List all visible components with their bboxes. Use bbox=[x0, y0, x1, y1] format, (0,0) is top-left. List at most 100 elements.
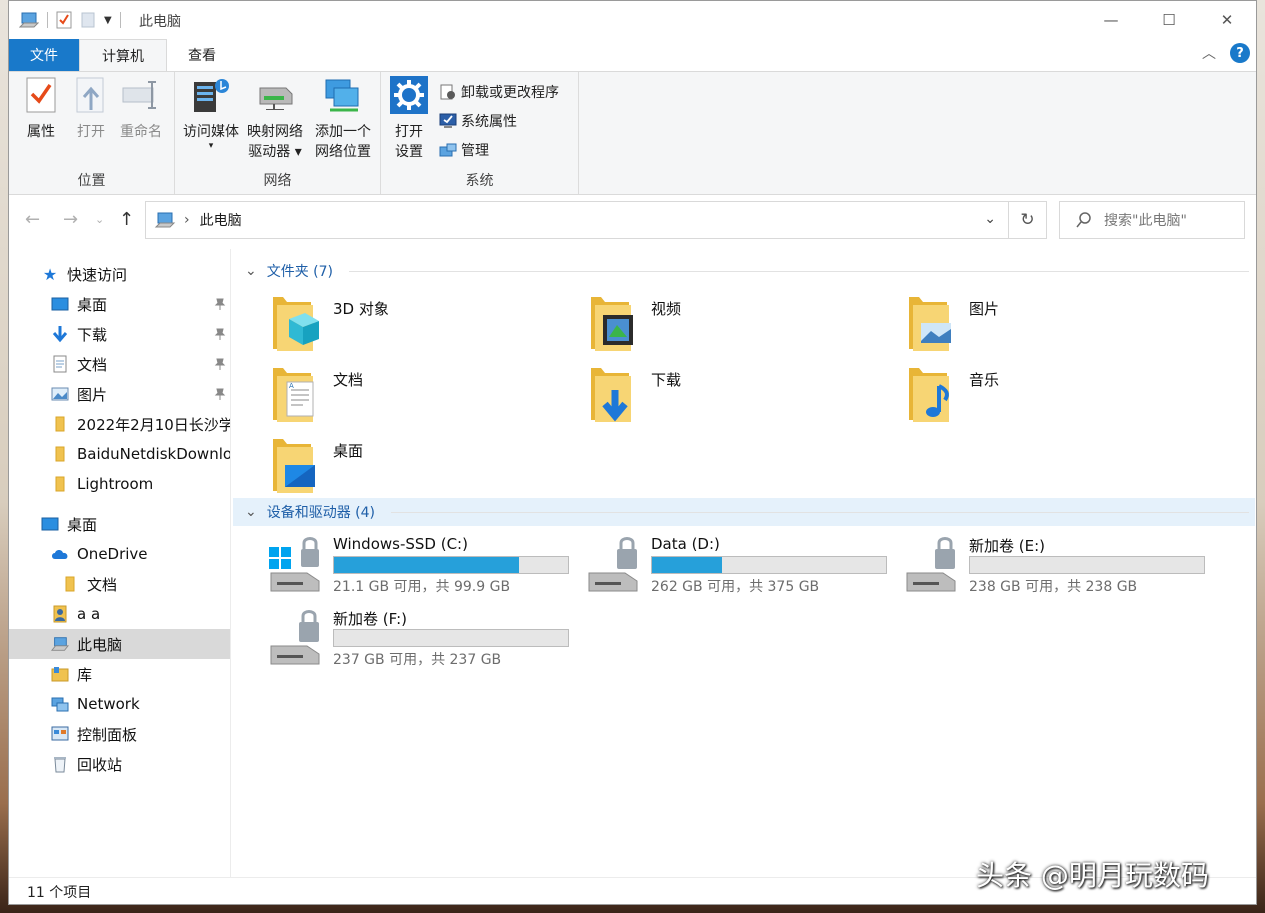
watermark-text: 头条 @明月玩数码 bbox=[976, 859, 1209, 892]
folder-music[interactable]: 音乐 bbox=[879, 364, 1179, 428]
maximize-button[interactable]: ☐ bbox=[1140, 1, 1198, 39]
collapse-chevron-icon[interactable]: ⌄ bbox=[245, 263, 257, 279]
nav-control-panel[interactable]: 控制面板 bbox=[9, 719, 230, 749]
nav-quick-documents[interactable]: 文档 bbox=[9, 349, 230, 379]
recycle-bin-icon bbox=[51, 755, 69, 773]
refresh-button[interactable]: ↻ bbox=[1009, 201, 1047, 239]
tab-file[interactable]: 文件 bbox=[9, 39, 79, 71]
windows-drive-icon bbox=[269, 537, 320, 592]
properties-icon[interactable] bbox=[56, 11, 72, 29]
system-properties-button[interactable]: 系统属性 bbox=[439, 111, 517, 131]
pin-icon[interactable] bbox=[213, 357, 227, 371]
folder-downloads[interactable]: 下载 bbox=[561, 364, 861, 428]
recent-locations-icon[interactable]: ⌄ bbox=[95, 213, 104, 226]
nav-desktop[interactable]: 桌面 bbox=[9, 509, 230, 539]
rename-button[interactable]: 重命名 bbox=[117, 76, 165, 142]
tab-computer[interactable]: 计算机 bbox=[79, 39, 167, 72]
pin-icon[interactable] bbox=[213, 297, 227, 311]
quick-access-toolbar: ▼ bbox=[19, 10, 121, 30]
properties-button[interactable]: 属性 bbox=[21, 76, 61, 142]
breadcrumb-chevron-icon[interactable]: › bbox=[184, 212, 190, 228]
manage-button[interactable]: 管理 bbox=[439, 140, 489, 160]
nav-recent-folder-1[interactable]: 2022年2月10日长沙学 bbox=[9, 409, 230, 439]
drives-section-header[interactable]: ⌄ 设备和驱动器 (4) bbox=[233, 498, 1255, 526]
forward-arrow-icon[interactable]: → bbox=[63, 209, 78, 230]
download-arrow-icon bbox=[51, 325, 69, 343]
properties-large-icon bbox=[26, 77, 56, 113]
drive-usage-bar bbox=[969, 556, 1205, 574]
drive-c[interactable]: Windows-SSD (C:) 21.1 GB 可用，共 99.9 GB bbox=[243, 535, 569, 601]
network-icon bbox=[51, 695, 69, 713]
nav-user[interactable]: a a bbox=[9, 599, 230, 629]
this-pc-small-icon bbox=[154, 212, 176, 228]
add-network-location-button[interactable]: 添加一个 网络位置 bbox=[311, 76, 375, 162]
nav-recycle-bin[interactable]: 回收站 bbox=[9, 749, 230, 779]
nav-quick-access[interactable]: ★ 快速访问 bbox=[9, 259, 230, 289]
folder-pictures[interactable]: 图片 bbox=[879, 293, 1179, 357]
navigation-pane: ★ 快速访问 桌面 下载 文档 图片 2022年2月10日长沙学 BaiduNe… bbox=[9, 249, 231, 877]
drive-usage-fill bbox=[652, 557, 723, 573]
breadcrumb-this-pc[interactable]: 此电脑 bbox=[200, 210, 242, 230]
drive-lock-icon bbox=[906, 537, 956, 592]
folder-icon bbox=[51, 415, 69, 433]
nav-quick-downloads[interactable]: 下载 bbox=[9, 319, 230, 349]
nav-libraries[interactable]: 库 bbox=[9, 659, 230, 689]
nav-quick-desktop[interactable]: 桌面 bbox=[9, 289, 230, 319]
uninstall-programs-button[interactable]: 卸载或更改程序 bbox=[439, 82, 559, 102]
up-arrow-icon[interactable]: ↑ bbox=[119, 209, 134, 230]
videos-folder-icon bbox=[591, 297, 633, 351]
window-title: 此电脑 bbox=[139, 14, 181, 30]
nav-recent-folder-2[interactable]: BaiduNetdiskDownloa bbox=[9, 439, 230, 469]
cloud-icon bbox=[51, 545, 69, 563]
drives-section-title: 设备和驱动器 (4) bbox=[266, 505, 376, 521]
map-network-drive-button[interactable]: 映射网络 驱动器 ▾ bbox=[243, 76, 307, 162]
drive-f[interactable]: 新加卷 (F:) 237 GB 可用，共 237 GB bbox=[243, 608, 569, 674]
search-placeholder: 搜索"此电脑" bbox=[1104, 213, 1187, 229]
collapse-chevron-icon[interactable]: ⌄ bbox=[245, 504, 257, 520]
nav-recent-folder-3[interactable]: Lightroom bbox=[9, 469, 230, 499]
customize-qat-icon[interactable]: ▼ bbox=[104, 15, 112, 26]
open-settings-button[interactable]: 打开 设置 bbox=[387, 76, 431, 162]
ribbon-group-location: 属性 打开 重命名 位置 bbox=[9, 72, 175, 194]
open-large-icon bbox=[76, 77, 104, 113]
search-box[interactable]: 搜索"此电脑" bbox=[1059, 201, 1245, 239]
nav-onedrive-documents[interactable]: 文档 bbox=[9, 569, 230, 599]
documents-folder-icon: A bbox=[273, 368, 314, 422]
drive-usage-bar bbox=[333, 629, 569, 647]
settings-gear-icon bbox=[394, 80, 424, 110]
drive-d[interactable]: Data (D:) 262 GB 可用，共 375 GB bbox=[561, 535, 887, 601]
drive-e[interactable]: 新加卷 (E:) 238 GB 可用，共 238 GB bbox=[879, 535, 1205, 601]
folder-3d-objects[interactable]: 3D 对象 bbox=[243, 293, 543, 357]
minimize-button[interactable]: — bbox=[1082, 1, 1140, 39]
desktop-folder-icon bbox=[273, 439, 315, 493]
close-button[interactable]: ✕ bbox=[1198, 1, 1256, 39]
pin-icon[interactable] bbox=[213, 327, 227, 341]
tab-view[interactable]: 查看 bbox=[167, 39, 237, 71]
user-icon bbox=[51, 605, 69, 623]
access-media-button[interactable]: 访问媒体 ▾ bbox=[179, 76, 243, 151]
nav-onedrive[interactable]: OneDrive bbox=[9, 539, 230, 569]
nav-quick-pictures[interactable]: 图片 bbox=[9, 379, 230, 409]
this-pc-icon[interactable] bbox=[19, 11, 39, 29]
folder-documents[interactable]: A 文档 bbox=[243, 364, 543, 428]
back-arrow-icon[interactable]: ← bbox=[25, 209, 40, 230]
address-dropdown-icon[interactable]: ⌄ bbox=[984, 211, 996, 227]
pictures-icon bbox=[51, 385, 69, 403]
control-panel-icon bbox=[51, 725, 69, 743]
item-count: 11 个项目 bbox=[27, 885, 92, 901]
folder-icon bbox=[51, 475, 69, 493]
collapse-ribbon-icon[interactable]: ︿ bbox=[1202, 43, 1216, 63]
folders-section-header[interactable]: ⌄ 文件夹 (7) bbox=[233, 257, 1255, 285]
open-button[interactable]: 打开 bbox=[71, 76, 111, 142]
drive-usage-bar bbox=[651, 556, 887, 574]
help-icon[interactable]: ? bbox=[1230, 43, 1250, 63]
nav-network[interactable]: Network bbox=[9, 689, 230, 719]
this-pc-icon bbox=[51, 635, 69, 653]
folder-videos[interactable]: 视频 bbox=[561, 293, 861, 357]
group-label-system: 系统 bbox=[465, 173, 494, 189]
nav-this-pc[interactable]: 此电脑 bbox=[9, 629, 230, 659]
folder-desktop[interactable]: 桌面 bbox=[243, 435, 543, 499]
address-bar[interactable]: › 此电脑 ⌄ bbox=[145, 201, 1009, 239]
pin-icon[interactable] bbox=[213, 387, 227, 401]
new-folder-icon[interactable] bbox=[80, 11, 96, 29]
